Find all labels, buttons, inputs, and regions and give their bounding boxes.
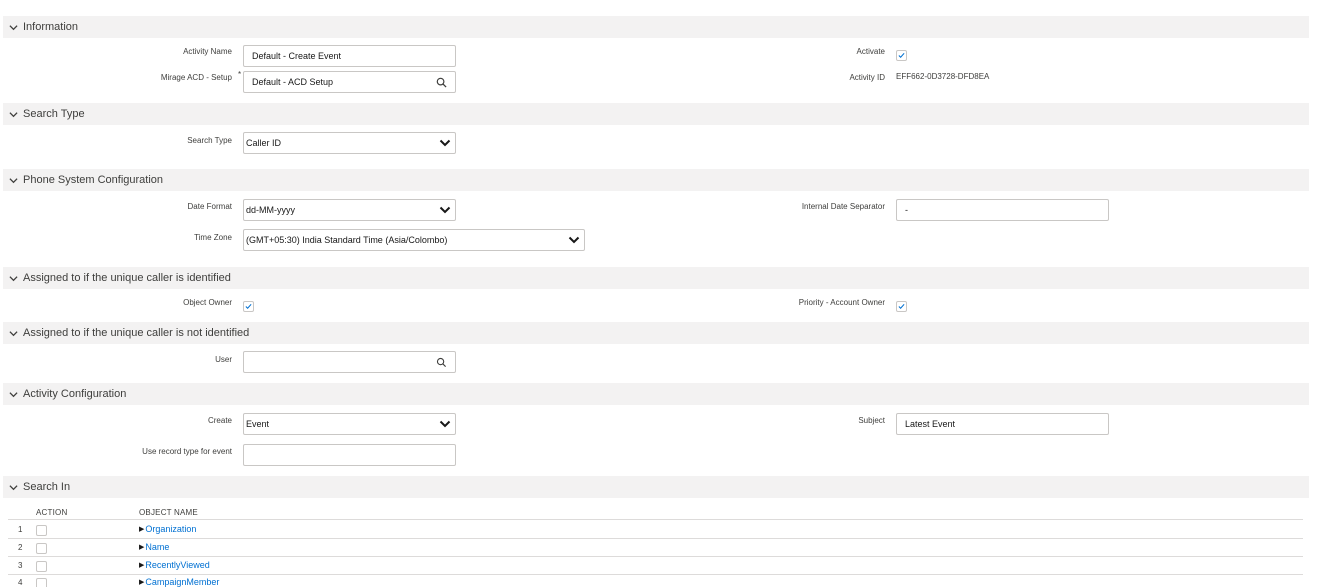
- object-name-text: RecentlyViewed: [145, 560, 210, 570]
- user-lookup[interactable]: [243, 351, 456, 373]
- object-name-text: Organization: [145, 524, 197, 534]
- chevron-down-icon: [3, 390, 23, 399]
- search-icon[interactable]: [436, 357, 447, 368]
- mirage-acd-setup-label: Mirage ACD - Setup: [160, 73, 232, 82]
- object-name-link[interactable]: ▶ CampaignMember: [139, 577, 219, 587]
- subject-value: Latest Event: [905, 419, 956, 429]
- chevron-down-icon: [3, 176, 23, 185]
- checkmark-icon: [245, 303, 252, 310]
- section-title: Search Type: [23, 108, 85, 120]
- column-header-object-name: OBJECT NAME: [139, 508, 198, 517]
- subject-input[interactable]: Latest Event: [896, 413, 1109, 435]
- section-title: Activity Configuration: [23, 388, 127, 400]
- checkmark-icon: [898, 303, 905, 310]
- create-value: Event: [246, 419, 270, 429]
- activity-name-input[interactable]: Default - Create Event: [243, 45, 456, 67]
- chevron-down-icon: [3, 274, 23, 283]
- caret-down-icon: [568, 236, 582, 244]
- object-name-text: CampaignMember: [145, 577, 220, 587]
- row-number: 2: [18, 543, 23, 552]
- internal-date-separator-value: -: [905, 205, 908, 215]
- section-header-search-type[interactable]: Search Type: [3, 103, 1309, 125]
- use-record-type-input[interactable]: [243, 444, 456, 466]
- object-owner-checkbox[interactable]: [243, 301, 254, 312]
- internal-date-separator-input[interactable]: -: [896, 199, 1109, 221]
- section-header-information[interactable]: Information: [3, 16, 1309, 38]
- section-title: Assigned to if the unique caller is iden…: [23, 272, 231, 284]
- section-header-assigned-identified[interactable]: Assigned to if the unique caller is iden…: [3, 267, 1309, 289]
- row-checkbox[interactable]: [36, 578, 47, 587]
- caret-down-icon: [439, 420, 453, 428]
- chevron-down-icon: [3, 110, 23, 119]
- chevron-down-icon: [3, 329, 23, 338]
- priority-account-owner-checkbox[interactable]: [896, 301, 907, 312]
- chevron-down-icon: [3, 23, 23, 32]
- mirage-acd-setup-value: Default - ACD Setup: [252, 77, 334, 87]
- table-row: 4 ▶ CampaignMember: [8, 575, 1303, 587]
- subject-label: Subject: [858, 416, 885, 425]
- mirage-acd-setup-lookup[interactable]: Default - ACD Setup: [243, 71, 456, 93]
- date-format-label: Date Format: [187, 202, 232, 211]
- triangle-right-icon: ▶: [139, 526, 145, 533]
- column-header-action: ACTION: [36, 508, 68, 517]
- create-select[interactable]: Event: [243, 413, 456, 435]
- triangle-right-icon: ▶: [139, 579, 145, 586]
- object-owner-label: Object Owner: [183, 298, 232, 307]
- row-checkbox[interactable]: [36, 543, 47, 554]
- table-row: 1 ▶ Organization: [8, 521, 1303, 539]
- section-header-search-in[interactable]: Search In: [3, 476, 1309, 498]
- time-zone-select[interactable]: (GMT+05:30) India Standard Time (Asia/Co…: [243, 229, 585, 251]
- time-zone-label: Time Zone: [194, 233, 232, 242]
- internal-date-separator-label: Internal Date Separator: [801, 202, 885, 211]
- search-type-value: Caller ID: [246, 138, 282, 148]
- chevron-down-icon: [3, 483, 23, 492]
- required-marker: *: [238, 70, 242, 79]
- checkmark-icon: [898, 52, 905, 59]
- section-title: Assigned to if the unique caller is not …: [23, 327, 250, 339]
- row-number: 4: [18, 578, 23, 587]
- triangle-right-icon: ▶: [139, 544, 145, 551]
- section-title: Phone System Configuration: [23, 174, 164, 186]
- row-number: 1: [18, 525, 23, 534]
- caret-down-icon: [439, 139, 453, 147]
- row-checkbox[interactable]: [36, 525, 47, 536]
- create-label: Create: [207, 416, 232, 425]
- activity-name-label: Activity Name: [183, 47, 232, 56]
- section-header-activity-config[interactable]: Activity Configuration: [3, 383, 1309, 405]
- search-icon[interactable]: [436, 77, 447, 88]
- date-format-value: dd-MM-yyyy: [246, 205, 295, 215]
- row-checkbox[interactable]: [36, 561, 47, 572]
- section-header-phone-system[interactable]: Phone System Configuration: [3, 169, 1309, 191]
- search-type-label: Search Type: [187, 136, 232, 145]
- user-label: User: [215, 355, 232, 364]
- activate-checkbox[interactable]: [896, 50, 907, 61]
- use-record-type-label: Use record type for event: [142, 447, 232, 456]
- object-name-link[interactable]: ▶ Name: [139, 542, 169, 552]
- table-header: ACTION OBJECT NAME: [8, 507, 1303, 520]
- object-name-link[interactable]: ▶ RecentlyViewed: [139, 560, 210, 570]
- activity-id-value: EFF662-0D3728-DFD8EA: [896, 72, 990, 81]
- caret-down-icon: [439, 206, 453, 214]
- triangle-right-icon: ▶: [139, 562, 145, 569]
- section-title: Search In: [23, 481, 71, 493]
- table-row: 3 ▶ RecentlyViewed: [8, 557, 1303, 575]
- priority-account-owner-label: Priority - Account Owner: [798, 298, 885, 307]
- date-format-select[interactable]: dd-MM-yyyy: [243, 199, 456, 221]
- search-type-select[interactable]: Caller ID: [243, 132, 456, 154]
- row-number: 3: [18, 561, 23, 570]
- section-title: Information: [23, 21, 79, 33]
- object-name-link[interactable]: ▶ Organization: [139, 524, 196, 534]
- activity-name-value: Default - Create Event: [252, 51, 342, 61]
- activate-label: Activate: [856, 47, 885, 56]
- section-header-assigned-not-identified[interactable]: Assigned to if the unique caller is not …: [3, 322, 1309, 344]
- time-zone-value: (GMT+05:30) India Standard Time (Asia/Co…: [246, 235, 448, 245]
- activity-id-label: Activity ID: [849, 73, 885, 82]
- table-row: 2 ▶ Name: [8, 539, 1303, 557]
- object-name-text: Name: [145, 542, 170, 552]
